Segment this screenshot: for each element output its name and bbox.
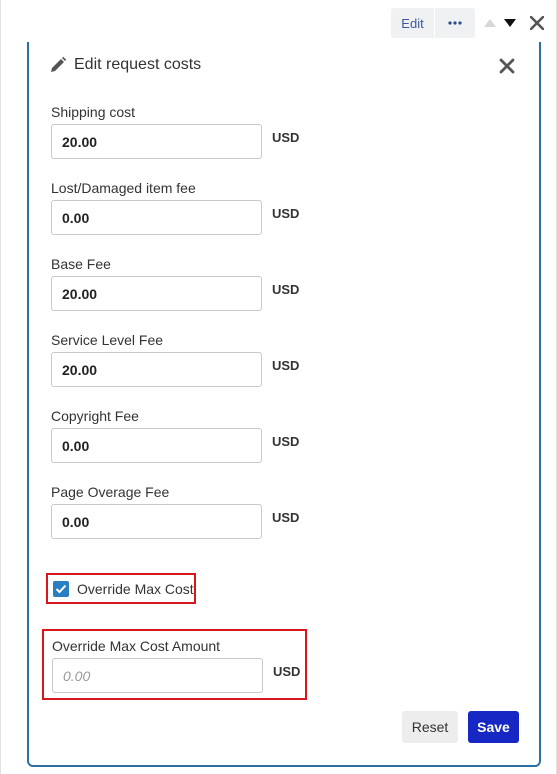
field-label: Copyright Fee	[51, 408, 139, 424]
field-label: Lost/Damaged item fee	[51, 180, 196, 196]
override-max-cost-amount-input[interactable]	[52, 658, 263, 693]
panel-title: Edit request costs	[74, 56, 202, 73]
service-level-fee-input[interactable]	[51, 352, 262, 387]
reset-button[interactable]: Reset	[402, 711, 458, 743]
currency-label: USD	[272, 358, 300, 373]
copyright-fee-input[interactable]	[51, 428, 262, 463]
more-dots-icon	[448, 21, 462, 25]
override-max-cost-highlight: Override Max Cost	[46, 573, 196, 604]
field-label: Shipping cost	[51, 104, 136, 120]
currency-label: USD	[272, 510, 300, 525]
base-fee-field: Base Fee USD	[51, 255, 299, 311]
arrow-up-icon[interactable]	[483, 16, 497, 30]
override-max-cost-amount-field: Override Max Cost Amount USD	[52, 637, 300, 693]
currency-label: USD	[272, 282, 300, 297]
currency-label: USD	[273, 664, 301, 679]
base-fee-input[interactable]	[51, 276, 262, 311]
more-options-button[interactable]	[435, 8, 475, 38]
shipping-cost-field: Shipping cost USD	[51, 103, 299, 159]
top-controls: Edit	[391, 8, 547, 38]
currency-label: USD	[272, 130, 300, 145]
edit-button[interactable]: Edit	[391, 8, 434, 38]
copyright-fee-field: Copyright Fee USD	[51, 407, 299, 463]
override-amount-highlight: Override Max Cost Amount USD	[42, 629, 307, 700]
panel-footer: Reset Save	[402, 711, 519, 743]
page-overage-fee-field: Page Overage Fee USD	[51, 483, 299, 539]
save-button[interactable]: Save	[468, 711, 519, 743]
edit-costs-panel: Edit request costs Shipping cost USD Los…	[27, 42, 541, 767]
override-max-cost-checkbox[interactable]	[53, 580, 69, 597]
field-label: Base Fee	[51, 256, 111, 272]
panel-header: Edit request costs	[49, 56, 201, 74]
field-label: Page Overage Fee	[51, 484, 170, 500]
shipping-cost-input[interactable]	[51, 124, 262, 159]
close-icon[interactable]	[527, 13, 547, 33]
field-label: Override Max Cost Amount	[52, 638, 221, 654]
panel-close-icon[interactable]	[499, 58, 515, 74]
override-max-cost-label[interactable]: Override Max Cost	[77, 581, 194, 597]
currency-label: USD	[272, 434, 300, 449]
currency-label: USD	[272, 206, 300, 221]
pencil-icon	[51, 56, 67, 72]
field-label: Service Level Fee	[51, 332, 164, 348]
lost-damaged-fee-field: Lost/Damaged item fee USD	[51, 179, 299, 235]
service-level-fee-field: Service Level Fee USD	[51, 331, 299, 387]
lost-damaged-fee-input[interactable]	[51, 200, 262, 235]
arrow-down-icon[interactable]	[503, 16, 517, 30]
page-overage-fee-input[interactable]	[51, 504, 262, 539]
checkmark-icon	[55, 584, 67, 593]
